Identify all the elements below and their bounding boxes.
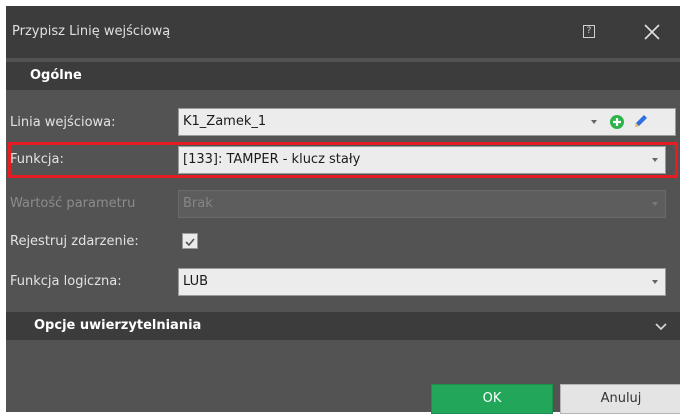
logic-function-label: Funkcja logiczna:: [10, 274, 122, 289]
section-auth-options-title: Opcje uwierzytelniania: [34, 318, 202, 333]
log-event-checkbox[interactable]: [182, 233, 198, 249]
title-bar: Przypisz Linię wejściową ?: [6, 6, 680, 58]
chevron-down-icon[interactable]: [654, 319, 668, 333]
chevron-down-icon: [652, 202, 658, 206]
param-value-label: Wartość parametru: [10, 196, 136, 211]
function-label: Funkcja:: [10, 152, 64, 167]
param-value-select: Brak: [178, 190, 666, 218]
logic-function-value: LUB: [183, 274, 209, 289]
input-line-select[interactable]: K1_Zamek_1: [178, 108, 676, 136]
pencil-icon[interactable]: [631, 113, 649, 131]
log-event-label: Rejestruj zdarzenie:: [10, 234, 139, 249]
add-circle-icon[interactable]: [609, 114, 625, 130]
input-line-label: Linia wejściowa:: [10, 115, 116, 130]
chevron-down-icon[interactable]: [652, 158, 658, 162]
function-select[interactable]: [133]: TAMPER - klucz stały: [178, 146, 666, 174]
input-line-value: K1_Zamek_1: [183, 114, 267, 129]
ok-button[interactable]: OK: [431, 384, 553, 414]
logic-function-select[interactable]: LUB: [178, 268, 666, 296]
section-auth-options-body: [6, 348, 680, 374]
section-general-header[interactable]: Ogólne: [6, 62, 680, 90]
dialog-title: Przypisz Linię wejściową: [12, 24, 171, 39]
help-icon[interactable]: ?: [583, 25, 595, 38]
cancel-button[interactable]: Anuluj: [560, 384, 680, 414]
section-general-title: Ogólne: [30, 68, 82, 83]
checkmark-icon: [185, 238, 195, 247]
close-icon[interactable]: [640, 20, 664, 44]
param-value-value: Brak: [183, 196, 213, 211]
function-value: [133]: TAMPER - klucz stały: [183, 152, 361, 167]
chevron-down-icon[interactable]: [652, 280, 658, 284]
section-auth-options-header[interactable]: Opcje uwierzytelniania: [6, 312, 680, 340]
chevron-down-icon[interactable]: [591, 120, 597, 124]
